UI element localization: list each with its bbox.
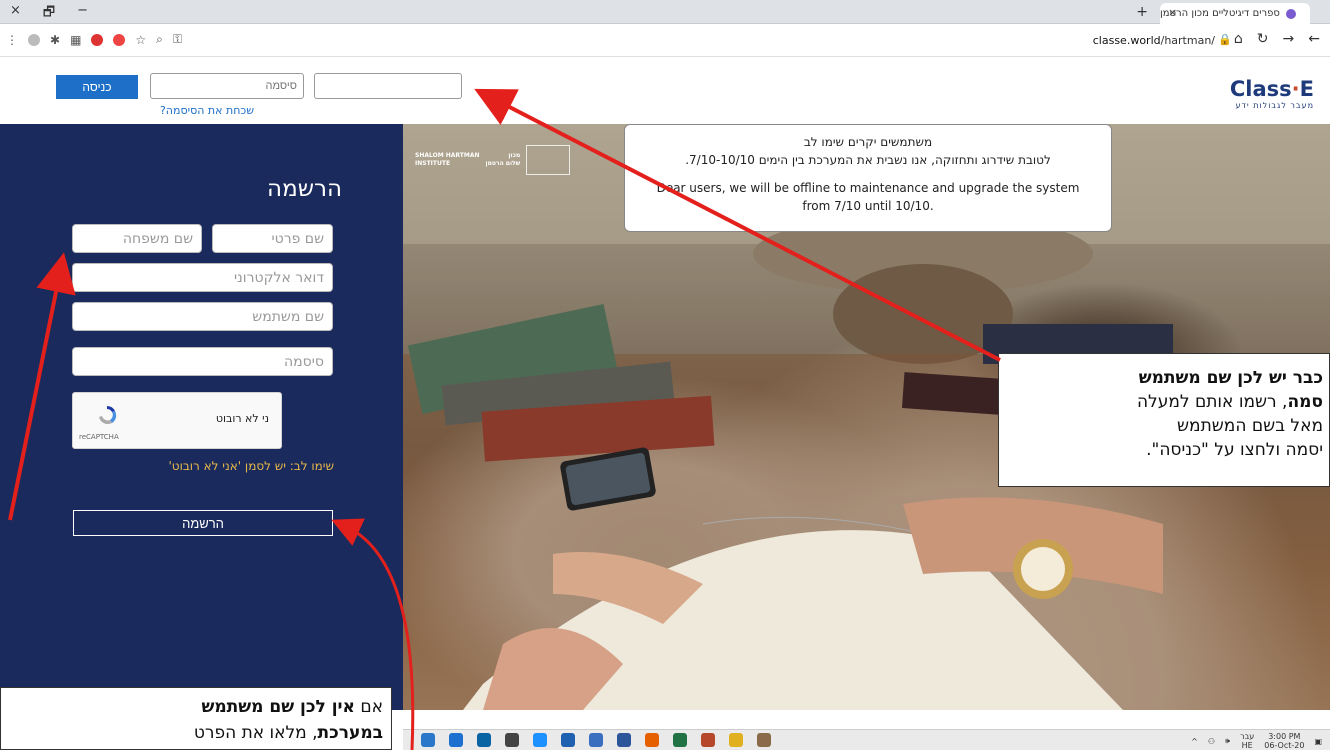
pin-icon[interactable]: ✱	[50, 33, 60, 47]
extensions-area: ⋮ ✱ ▦ ☆ ⌕ ⚿	[6, 32, 182, 47]
home-icon[interactable]: ⌂	[1234, 31, 1243, 47]
explorer-icon[interactable]	[589, 733, 603, 747]
acrobat-icon[interactable]	[701, 733, 715, 747]
zoom-app-icon[interactable]	[449, 733, 463, 747]
outlook-icon[interactable]	[477, 733, 491, 747]
login-button[interactable]: כניסה	[56, 75, 138, 99]
word-icon[interactable]	[617, 733, 631, 747]
url-text[interactable]: classe.world/hartman/	[1093, 34, 1215, 47]
browser-tab-bar: × 🗗 − + × ספרים דיגיטליים מכון הרטמן	[0, 0, 1330, 24]
recaptcha-icon	[99, 406, 117, 425]
username-input[interactable]	[314, 73, 462, 99]
reload-icon[interactable]: ↻	[1257, 31, 1269, 47]
captcha-note: שימו לב: יש לסמן 'אני לא רובוט'	[168, 459, 335, 473]
cortana-icon[interactable]	[421, 733, 435, 747]
windows-taskbar: ^ ⚇ 🕪 עבר HE 3:00 PM 06-Oct-20 ▣	[403, 729, 1330, 750]
profile-icon[interactable]	[28, 33, 40, 46]
maintenance-notice: משתמשים יקרים שימו לב לטובת שידרוג ותחזו…	[624, 124, 1112, 232]
notifications-icon[interactable]: ▣	[1314, 737, 1322, 746]
reg-username-field[interactable]: שם משתמש	[72, 302, 333, 331]
window-controls: × 🗗 −	[10, 3, 88, 25]
browser-tab[interactable]: × ספרים דיגיטליים מכון הרטמן	[1160, 3, 1310, 24]
chrome-icon[interactable]	[729, 733, 743, 747]
star-icon[interactable]: ☆	[135, 33, 146, 47]
register-button[interactable]: הרשמה	[73, 510, 333, 536]
notice-en-line2: from 7/10 until 10/10.	[802, 199, 934, 213]
network-icon[interactable]: ⚇	[1208, 737, 1215, 746]
registration-title: הרשמה	[267, 176, 342, 202]
first-name-field[interactable]: שם פרטי	[212, 224, 333, 253]
forgot-password-link[interactable]: שכחת את הסיסמה?	[150, 104, 254, 117]
class-e-logo[interactable]: Class·E מעבר לגבולות ידע	[1230, 77, 1314, 110]
captcha-label[interactable]: ני לא רובוט	[216, 412, 269, 425]
notice-en-line1: Dear users, we will be offline to mainte…	[656, 181, 1080, 195]
captcha-brand: reCAPTCHA	[79, 433, 119, 441]
store-icon[interactable]	[561, 733, 575, 747]
key-icon[interactable]: ⚿	[173, 32, 182, 47]
nav-buttons: ⌂ ↻ → ←	[1234, 31, 1320, 47]
extension-icon[interactable]: ▦	[70, 33, 81, 47]
hartman-logo: SHALOM HARTMAN INSTITUTE מכון שלום הרטמן	[415, 145, 571, 175]
zoom-icon[interactable]: ⌕	[156, 32, 163, 47]
adblock-icon[interactable]	[91, 33, 104, 46]
last-name-field[interactable]: שם משפחה	[72, 224, 202, 253]
email-field[interactable]: דואר אלקטרוני	[72, 263, 333, 292]
lock-icon[interactable]: 🔒	[1218, 33, 1232, 46]
language-indicator[interactable]: עבר HE	[1240, 732, 1254, 750]
login-instructions-callout: כבר יש לכן שם משתמש סמה, רשמו אותם למעלה…	[998, 353, 1330, 487]
tab-title: ספרים דיגיטליים מכון הרטמן	[1160, 8, 1280, 19]
register-instructions-callout: אם אין לכן שם משתמש במערכת, מלאו את הפרט	[0, 687, 392, 750]
app-icon[interactable]	[757, 733, 771, 747]
excel-icon[interactable]	[673, 733, 687, 747]
firefox-icon[interactable]	[645, 733, 659, 747]
close-tab-icon[interactable]: ×	[1168, 6, 1177, 19]
reg-password-field[interactable]: סיסמה	[72, 347, 333, 376]
notice-he-title: משתמשים יקרים שימו לב	[803, 135, 933, 149]
recaptcha-widget[interactable]: ני לא רובוט reCAPTCHA	[72, 392, 282, 449]
forward-icon[interactable]: →	[1283, 31, 1295, 47]
edge-icon[interactable]	[533, 733, 547, 747]
volume-icon[interactable]: 🕪	[1225, 736, 1230, 746]
restore-window-icon[interactable]: 🗗	[43, 3, 55, 25]
password-input[interactable]	[150, 73, 304, 99]
back-icon[interactable]: ←	[1308, 31, 1320, 47]
menu-dots-icon[interactable]: ⋮	[6, 33, 18, 47]
logo-tagline: מעבר לגבולות ידע	[1235, 101, 1314, 110]
taskbar-apps	[421, 733, 771, 747]
tray-chevron-icon[interactable]: ^	[1191, 737, 1198, 746]
opera-icon[interactable]	[113, 33, 126, 46]
favicon-icon	[1285, 8, 1296, 19]
address-bar: ⋮ ✱ ▦ ☆ ⌕ ⚿ classe.world/hartman/ 🔒 ⌂ ↻ …	[0, 25, 1330, 57]
clock[interactable]: 3:00 PM 06-Oct-20	[1264, 732, 1304, 750]
minimize-window-icon[interactable]: −	[77, 3, 88, 25]
close-window-icon[interactable]: ×	[10, 3, 21, 25]
hartman-logo-mark	[526, 145, 571, 175]
notice-he-body: לטובת שידרוג ותחזוקה, אנו נשבית את המערכ…	[685, 153, 1051, 167]
system-tray: ^ ⚇ 🕪 עבר HE 3:00 PM 06-Oct-20 ▣	[1191, 732, 1322, 750]
calculator-icon[interactable]	[505, 733, 519, 747]
new-tab-button[interactable]: +	[1136, 4, 1148, 20]
